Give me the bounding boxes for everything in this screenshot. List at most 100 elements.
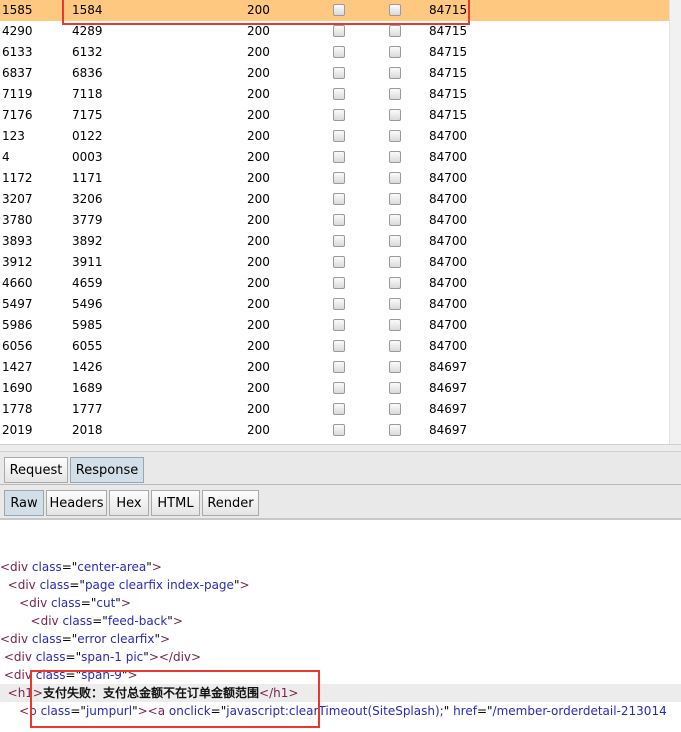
error-checkbox[interactable] (333, 46, 345, 58)
response-length: 84697 (429, 423, 468, 437)
table-row[interactable]: 1427 1426 200 84697 (0, 357, 669, 378)
error-checkbox[interactable] (333, 151, 345, 163)
table-row[interactable]: 7119 7118 200 84715 (0, 84, 669, 105)
timeout-checkbox[interactable] (389, 172, 401, 184)
response-length: 84700 (429, 276, 468, 290)
error-checkbox[interactable] (333, 382, 345, 394)
error-checkbox[interactable] (333, 193, 345, 205)
timeout-checkbox[interactable] (389, 277, 401, 289)
table-row[interactable]: 123 0122 200 84700 (0, 126, 669, 147)
status-code: 200 (247, 276, 270, 290)
error-checkbox[interactable] (333, 172, 345, 184)
request-id: 6837 (2, 66, 33, 80)
error-checkbox[interactable] (333, 298, 345, 310)
table-row[interactable]: 3207 3206 200 84700 (0, 189, 669, 210)
code-token: =" (476, 704, 493, 718)
code-token: =" (80, 596, 97, 610)
table-row[interactable]: 7176 7175 200 84715 (0, 105, 669, 126)
payload: 4659 (72, 276, 103, 290)
status-code: 200 (247, 255, 270, 269)
payload: 1426 (72, 360, 103, 374)
payload: 5985 (72, 318, 103, 332)
request-id: 4660 (2, 276, 33, 290)
timeout-checkbox[interactable] (389, 130, 401, 142)
timeout-checkbox[interactable] (389, 319, 401, 331)
tab-html[interactable]: HTML (151, 490, 200, 516)
table-row[interactable]: 1778 1777 200 84697 (0, 399, 669, 420)
highlight-box-error-message (30, 670, 320, 728)
timeout-checkbox[interactable] (389, 109, 401, 121)
error-checkbox[interactable] (333, 424, 345, 436)
timeout-checkbox[interactable] (389, 382, 401, 394)
error-checkbox[interactable] (333, 130, 345, 142)
tab-request[interactable]: Request (4, 457, 68, 483)
request-id: 4290 (2, 24, 33, 38)
results-scrollbar[interactable] (669, 0, 681, 444)
table-row[interactable]: 6837 6836 200 84715 (0, 63, 669, 84)
error-checkbox[interactable] (333, 214, 345, 226)
timeout-checkbox[interactable] (389, 403, 401, 415)
error-checkbox[interactable] (333, 256, 345, 268)
tab-response[interactable]: Response (70, 457, 144, 483)
table-row[interactable]: 6133 6132 200 84715 (0, 42, 669, 63)
timeout-checkbox[interactable] (389, 214, 401, 226)
error-checkbox[interactable] (333, 67, 345, 79)
error-checkbox[interactable] (333, 361, 345, 373)
code-token: class (31, 560, 62, 574)
timeout-checkbox[interactable] (389, 193, 401, 205)
timeout-checkbox[interactable] (389, 67, 401, 79)
error-checkbox[interactable] (333, 319, 345, 331)
error-checkbox[interactable] (333, 403, 345, 415)
timeout-checkbox[interactable] (389, 340, 401, 352)
tab-render[interactable]: Render (202, 490, 259, 516)
table-row[interactable]: 3893 3892 200 84700 (0, 231, 669, 252)
timeout-checkbox[interactable] (389, 361, 401, 373)
tab-hex[interactable]: Hex (109, 490, 149, 516)
timeout-checkbox[interactable] (389, 256, 401, 268)
timeout-checkbox[interactable] (389, 235, 401, 247)
payload: 3779 (72, 213, 103, 227)
timeout-checkbox[interactable] (389, 88, 401, 100)
status-code: 200 (247, 108, 270, 122)
results-table[interactable]: 1585 1584 200 84715 4290 4289 200 84715 6133 6132… (0, 0, 669, 444)
timeout-checkbox[interactable] (389, 25, 401, 37)
table-row[interactable]: 4 0003 200 84700 (0, 147, 669, 168)
timeout-checkbox[interactable] (389, 151, 401, 163)
code-token: page clearfix index-page (84, 578, 234, 592)
code-token: =" (61, 632, 78, 646)
response-length: 84700 (429, 150, 468, 164)
table-row[interactable]: 3780 3779 200 84700 (0, 210, 669, 231)
view-tabs: Raw Headers Hex HTML Render (0, 485, 681, 520)
code-token: > (151, 560, 162, 574)
table-row[interactable]: 1690 1689 200 84697 (0, 378, 669, 399)
table-row[interactable]: 5986 5985 200 84700 (0, 315, 669, 336)
error-checkbox[interactable] (333, 25, 345, 37)
table-row[interactable]: 3912 3911 200 84700 (0, 252, 669, 273)
response-length: 84715 (429, 45, 468, 59)
table-row[interactable]: 1172 1171 200 84700 (0, 168, 669, 189)
timeout-checkbox[interactable] (389, 46, 401, 58)
table-row[interactable]: 4660 4659 200 84700 (0, 273, 669, 294)
table-row[interactable]: 2019 2018 200 84697 (0, 420, 669, 441)
tab-raw[interactable]: Raw (4, 490, 44, 516)
error-checkbox[interactable] (333, 277, 345, 289)
table-row[interactable]: 5497 5496 200 84700 (0, 294, 669, 315)
code-line: <div class="error clearfix"> (0, 630, 681, 648)
request-id: 7119 (2, 87, 33, 101)
timeout-checkbox[interactable] (389, 298, 401, 310)
splitter[interactable] (0, 444, 681, 452)
status-code: 200 (247, 381, 270, 395)
error-checkbox[interactable] (333, 88, 345, 100)
code-token: > (239, 578, 250, 592)
code-token: ></div> (148, 650, 202, 664)
error-checkbox[interactable] (333, 235, 345, 247)
error-checkbox[interactable] (333, 109, 345, 121)
tab-headers[interactable]: Headers (46, 490, 107, 516)
error-checkbox[interactable] (333, 340, 345, 352)
payload: 6836 (72, 66, 103, 80)
table-row[interactable]: 6056 6055 200 84700 (0, 336, 669, 357)
code-token: class (62, 614, 93, 628)
payload: 3892 (72, 234, 103, 248)
timeout-checkbox[interactable] (389, 424, 401, 436)
response-length: 84697 (429, 381, 468, 395)
